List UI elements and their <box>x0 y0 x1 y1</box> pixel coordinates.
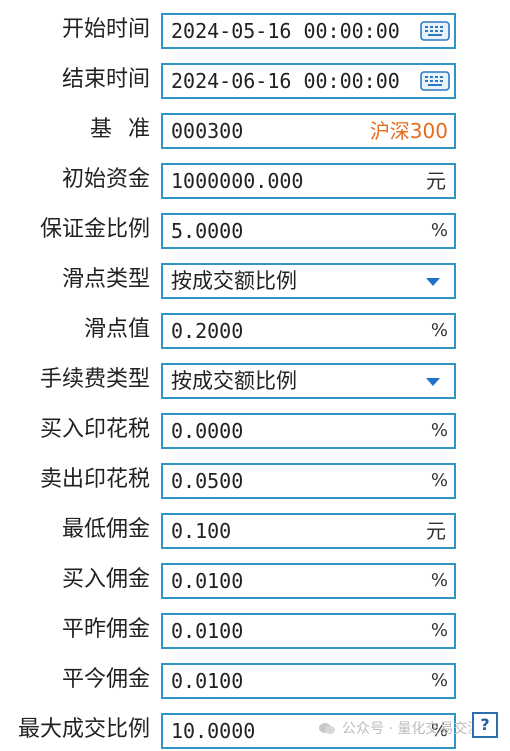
buy-commission-row: 买入佣金 0.0100 % <box>0 560 510 600</box>
margin-ratio-label: 保证金比例 <box>39 217 150 242</box>
close-yesterday-commission-value[interactable]: 0.0100 <box>171 615 243 647</box>
max-volume-ratio-label: 最大成交比例 <box>17 717 150 742</box>
initial-capital-value[interactable]: 1000000.000 <box>171 165 303 197</box>
min-commission-field[interactable]: 0.100 元 <box>161 513 456 549</box>
slippage-value-field[interactable]: 0.2000 % <box>161 313 456 349</box>
buy-stamp-tax-label: 买入印花税 <box>39 417 150 442</box>
margin-ratio-value[interactable]: 5.0000 <box>171 215 243 247</box>
min-commission-unit: 元 <box>426 519 446 543</box>
dropdown-arrow-icon[interactable] <box>426 278 440 286</box>
close-today-commission-unit: % <box>430 670 448 691</box>
min-commission-label: 最低佣金 <box>61 517 150 542</box>
initial-capital-unit: 元 <box>426 169 446 193</box>
buy-stamp-tax-row: 买入印花税 0.0000 % <box>0 410 510 450</box>
keyboard-icon[interactable] <box>420 20 450 42</box>
fee-type-value[interactable]: 按成交额比例 <box>171 365 297 397</box>
close-yesterday-commission-field[interactable]: 0.0100 % <box>161 613 456 649</box>
buy-stamp-tax-field[interactable]: 0.0000 % <box>161 413 456 449</box>
end-time-field[interactable]: 2024-06-16 00:00:00 <box>161 63 456 99</box>
buy-commission-unit: % <box>430 570 448 591</box>
chat-bubble-icon <box>319 723 335 734</box>
margin-ratio-row: 保证金比例 5.0000 % <box>0 210 510 250</box>
buy-stamp-tax-value[interactable]: 0.0000 <box>171 415 243 447</box>
close-today-commission-value[interactable]: 0.0100 <box>171 665 243 697</box>
slippage-type-row: 滑点类型 按成交额比例 <box>0 260 510 300</box>
margin-ratio-unit: % <box>430 220 448 241</box>
close-today-commission-label: 平今佣金 <box>61 667 150 692</box>
buy-commission-label: 买入佣金 <box>61 567 150 592</box>
close-yesterday-commission-unit: % <box>430 620 448 641</box>
buy-stamp-tax-unit: % <box>430 420 448 441</box>
fee-type-row: 手续费类型 按成交额比例 <box>0 360 510 400</box>
benchmark-code[interactable]: 000300 <box>171 115 243 147</box>
sell-stamp-tax-label: 卖出印花税 <box>39 467 150 492</box>
min-commission-row: 最低佣金 0.100 元 <box>0 510 510 550</box>
slippage-value-unit: % <box>430 320 448 341</box>
slippage-type-value[interactable]: 按成交额比例 <box>171 265 297 297</box>
end-time-value[interactable]: 2024-06-16 00:00:00 <box>171 65 400 97</box>
initial-capital-row: 初始资金 1000000.000 元 <box>0 160 510 200</box>
slippage-type-label: 滑点类型 <box>61 267 150 292</box>
close-yesterday-commission-row: 平昨佣金 0.0100 % <box>0 610 510 650</box>
benchmark-label: 基准 <box>89 117 166 142</box>
slippage-value-label: 滑点值 <box>83 317 150 342</box>
end-time-row: 结束时间 2024-06-16 00:00:00 <box>0 60 510 100</box>
start-time-label: 开始时间 <box>61 17 150 42</box>
start-time-field[interactable]: 2024-05-16 00:00:00 <box>161 13 456 49</box>
close-today-commission-row: 平今佣金 0.0100 % <box>0 660 510 700</box>
slippage-value-row: 滑点值 0.2000 % <box>0 310 510 350</box>
dropdown-arrow-icon[interactable] <box>426 378 440 386</box>
start-time-value[interactable]: 2024-05-16 00:00:00 <box>171 15 400 47</box>
slippage-value-value[interactable]: 0.2000 <box>171 315 243 347</box>
initial-capital-label: 初始资金 <box>61 167 150 192</box>
min-commission-value[interactable]: 0.100 <box>171 515 231 547</box>
close-today-commission-field[interactable]: 0.0100 % <box>161 663 456 699</box>
sell-stamp-tax-unit: % <box>430 470 448 491</box>
max-volume-ratio-value[interactable]: 10.0000 <box>171 715 255 747</box>
initial-capital-field[interactable]: 1000000.000 元 <box>161 163 456 199</box>
sell-stamp-tax-row: 卖出印花税 0.0500 % <box>0 460 510 500</box>
benchmark-name: 沪深300 <box>369 119 448 143</box>
start-time-row: 开始时间 2024-05-16 00:00:00 <box>0 10 510 50</box>
benchmark-row: 基准 000300 沪深300 <box>0 110 510 150</box>
fee-type-label: 手续费类型 <box>39 367 150 392</box>
buy-commission-value[interactable]: 0.0100 <box>171 565 243 597</box>
sell-stamp-tax-field[interactable]: 0.0500 % <box>161 463 456 499</box>
slippage-type-select[interactable]: 按成交额比例 <box>161 263 456 299</box>
watermark-text: 公众号 · 量化交易交流 <box>342 721 482 737</box>
help-button[interactable]: ? <box>472 712 498 738</box>
fee-type-select[interactable]: 按成交额比例 <box>161 363 456 399</box>
buy-commission-field[interactable]: 0.0100 % <box>161 563 456 599</box>
watermark: 公众号 · 量化交易交流 <box>318 718 481 740</box>
close-yesterday-commission-label: 平昨佣金 <box>61 617 150 642</box>
keyboard-icon[interactable] <box>420 70 450 92</box>
margin-ratio-field[interactable]: 5.0000 % <box>161 213 456 249</box>
end-time-label: 结束时间 <box>61 67 150 92</box>
sell-stamp-tax-value[interactable]: 0.0500 <box>171 465 243 497</box>
benchmark-field[interactable]: 000300 沪深300 <box>161 113 456 149</box>
